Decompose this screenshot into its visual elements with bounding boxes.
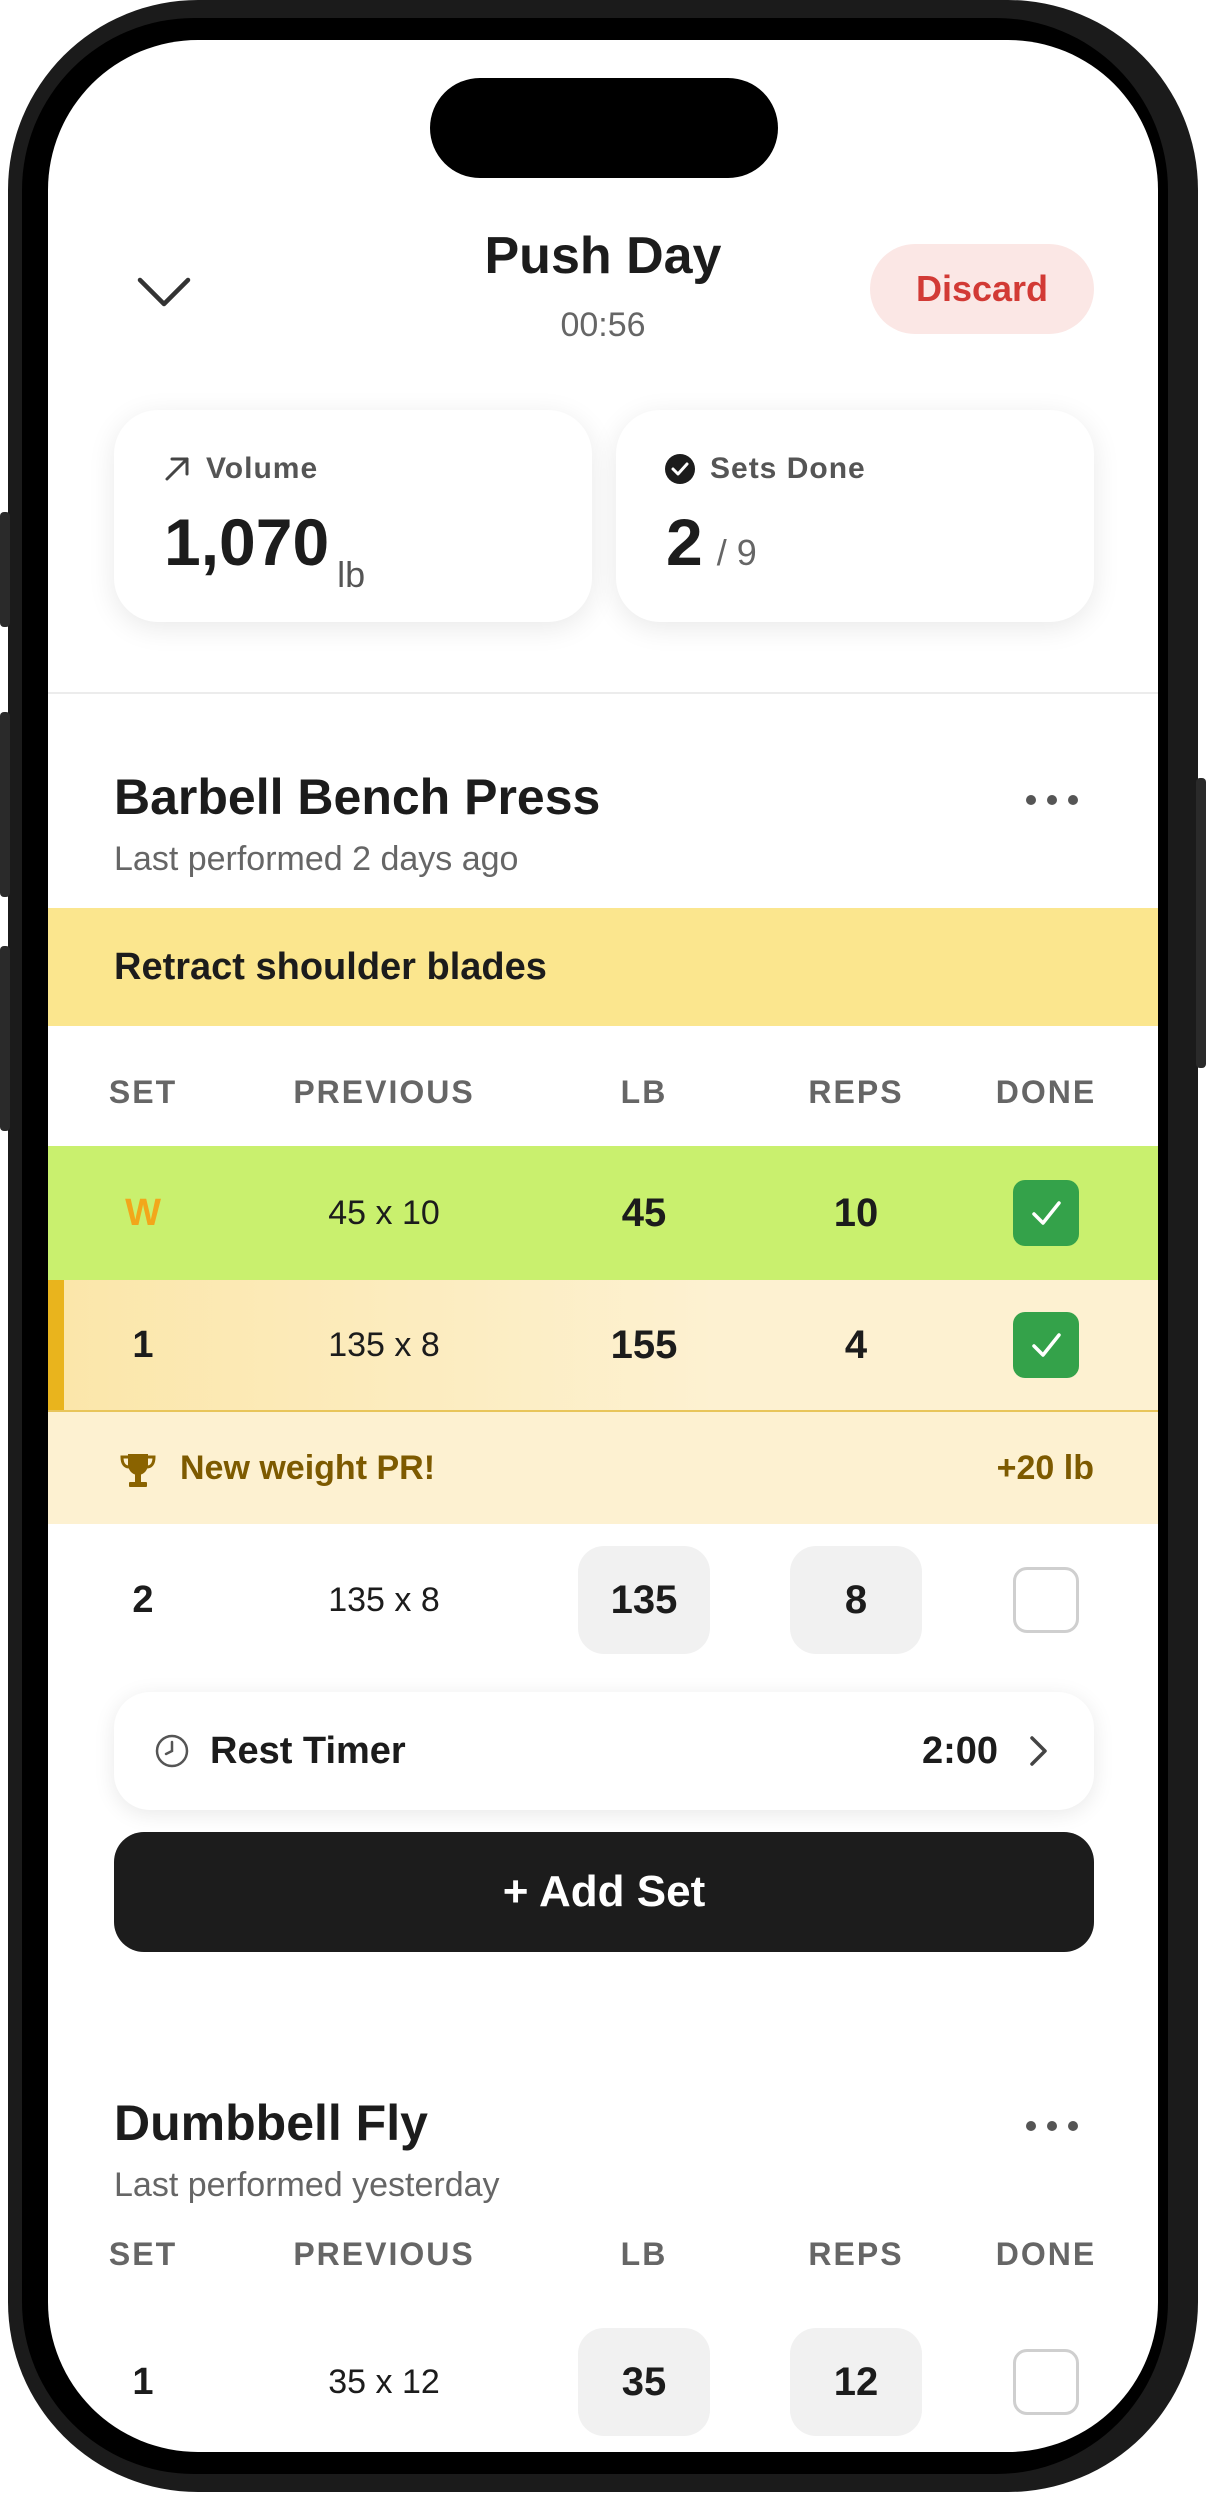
exercise-title[interactable]: Barbell Bench Press: [114, 768, 600, 826]
column-header-done: DONE: [995, 1074, 1097, 1110]
volume-value: 1,070: [164, 505, 330, 579]
column-header-lb: LB: [620, 1074, 668, 1110]
set-row-1: 1 135 x 8 155 4: [48, 1280, 1158, 1412]
action-button: [0, 512, 10, 627]
weight-cell: 45: [578, 1146, 710, 1280]
reps-cell: 12: [790, 2306, 922, 2452]
volume-up-button: [0, 712, 10, 897]
reps-value[interactable]: 4: [845, 1323, 867, 1368]
column-header-lb: LB: [620, 2236, 668, 2272]
reps-cell: 8: [790, 1524, 922, 1676]
weight-cell: 155: [578, 1280, 710, 1410]
previous-value: 135 x 8: [328, 1325, 440, 1364]
exercise-last-performed: Last performed 2 days ago: [114, 840, 519, 878]
pr-accent-bar: [48, 1280, 64, 1410]
volume-down-button: [0, 946, 10, 1131]
volume-value-row: 1,070 lb: [164, 504, 365, 595]
previous-value: 135 x 8: [328, 1580, 440, 1619]
previous-cell: 45 x 10: [264, 1146, 504, 1280]
done-cell: [970, 1524, 1122, 1676]
previous-cell: 35 x 12: [264, 2306, 504, 2452]
set-number[interactable]: 1: [132, 2361, 153, 2404]
set-number[interactable]: 2: [132, 1579, 153, 1622]
set-number-cell: W: [84, 1146, 202, 1280]
app-screen: Push Day 00:56 Discard Volume 1,070 lb S…: [48, 40, 1158, 2452]
exercise-last-performed: Last performed yesterday: [114, 2166, 500, 2204]
set-number-cell: 1: [84, 1280, 202, 1410]
rest-timer-value: 2:00: [921, 1729, 998, 1772]
done-checkbox[interactable]: [1013, 1567, 1079, 1633]
pr-delta: +20 lb: [996, 1448, 1094, 1487]
volume-unit: lb: [337, 554, 366, 595]
previous-cell: 135 x 8: [264, 1524, 504, 1676]
chevron-right-icon: [1030, 1736, 1047, 1766]
weight-input[interactable]: 35: [578, 2328, 710, 2436]
rest-timer-label: Rest Timer: [210, 1729, 406, 1772]
reps-cell: 10: [790, 1146, 922, 1280]
column-header-set: SET: [108, 2236, 178, 2272]
weight-value[interactable]: 155: [611, 1323, 678, 1368]
column-header-set: SET: [108, 1074, 178, 1110]
set-number-cell: 2: [84, 1524, 202, 1676]
done-cell: [970, 1146, 1122, 1280]
column-header-done: DONE: [995, 2236, 1097, 2272]
reps-input[interactable]: 8: [790, 1546, 922, 1654]
set-number-cell: 1: [84, 2306, 202, 2452]
previous-value: 45 x 10: [328, 1193, 440, 1232]
volume-label: Volume: [206, 452, 319, 485]
checkmark-icon: [1032, 1333, 1061, 1357]
divider: [48, 692, 1158, 694]
column-header-reps: REPS: [808, 2236, 904, 2272]
reps-value[interactable]: 10: [834, 1191, 879, 1236]
personal-record-banner: New weight PR! +20 lb: [48, 1412, 1158, 1524]
set-row-2: 2 135 x 8 135 8: [48, 1524, 1158, 1676]
trophy-icon: [120, 1454, 156, 1487]
set-number[interactable]: W: [125, 1192, 161, 1235]
sets-total-value: / 9: [716, 532, 757, 573]
more-horizontal-icon[interactable]: [1026, 790, 1096, 810]
clock-icon: [155, 1734, 189, 1768]
sets-label-row: Sets Done: [664, 452, 866, 486]
more-horizontal-icon[interactable]: [1026, 2116, 1096, 2136]
done-checkbox[interactable]: [1013, 2349, 1079, 2415]
done-checkbox-checked[interactable]: [1013, 1312, 1079, 1378]
weight-cell: 135: [578, 1524, 710, 1676]
sets-done-card: Sets Done 2 / 9: [616, 410, 1094, 622]
weight-cell: 35: [578, 2306, 710, 2452]
done-checkbox-checked[interactable]: [1013, 1180, 1079, 1246]
dynamic-island: [430, 78, 778, 178]
weight-input[interactable]: 135: [578, 1546, 710, 1654]
discard-button[interactable]: Discard: [870, 244, 1094, 334]
set-row-1: 1 35 x 12 35 12: [48, 2306, 1158, 2452]
sets-done-value: 2: [666, 505, 703, 579]
exercise-note[interactable]: Retract shoulder blades: [48, 908, 1158, 1026]
column-header-previous: PREVIOUS: [293, 1074, 475, 1110]
arrow-up-right-icon: [165, 457, 189, 481]
done-cell: [970, 2306, 1122, 2452]
column-header-reps: REPS: [808, 1074, 904, 1110]
sets-label: Sets Done: [710, 452, 866, 485]
previous-value: 35 x 12: [328, 2362, 440, 2401]
set-row-warmup: W 45 x 10 45 10: [48, 1146, 1158, 1280]
checkmark-icon: [1032, 1201, 1061, 1225]
previous-cell: 135 x 8: [264, 1280, 504, 1410]
volume-label-row: Volume: [162, 452, 318, 486]
pr-text: New weight PR!: [180, 1448, 436, 1487]
weight-value[interactable]: 45: [622, 1191, 667, 1236]
volume-card: Volume 1,070 lb: [114, 410, 592, 622]
add-set-button[interactable]: + Add Set: [114, 1832, 1094, 1952]
column-header-previous: PREVIOUS: [293, 2236, 475, 2272]
reps-input[interactable]: 12: [790, 2328, 922, 2436]
exercise-title[interactable]: Dumbbell Fly: [114, 2094, 428, 2152]
done-cell: [970, 1280, 1122, 1410]
power-button: [1196, 778, 1206, 1068]
sets-value-row: 2 / 9: [666, 504, 757, 580]
reps-cell: 4: [790, 1280, 922, 1410]
set-number[interactable]: 1: [132, 1324, 153, 1367]
rest-timer[interactable]: Rest Timer 2:00: [114, 1692, 1094, 1810]
check-circle-icon: [665, 454, 695, 484]
